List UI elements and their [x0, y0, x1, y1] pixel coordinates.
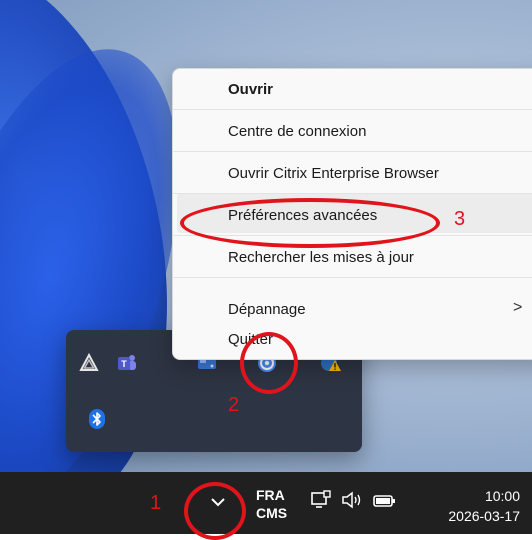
taskbar: FRA CMS 10:00 2026-03-17 [0, 472, 532, 534]
menu-item-troubleshooting[interactable]: Dépannage [228, 301, 306, 318]
svg-text:T: T [121, 359, 127, 369]
annotation-step-2: 2 [228, 394, 240, 416]
menu-item-check-updates[interactable]: Rechercher les mises à jour [228, 249, 414, 266]
submenu-arrow-icon: > [513, 299, 523, 316]
annotation-ring-1 [184, 482, 246, 540]
menu-separator [173, 277, 532, 278]
battery-icon[interactable] [372, 490, 398, 515]
date-text: 2026-03-17 [448, 508, 520, 524]
annotation-step-3: 3 [454, 208, 466, 230]
menu-item-open-enterprise-browser[interactable]: Ouvrir Citrix Enterprise Browser [228, 165, 439, 182]
network-icon[interactable] [310, 490, 332, 515]
language-indicator[interactable]: FRA CMS [256, 486, 287, 522]
annotation-step-1: 1 [150, 492, 162, 514]
menu-item-connection-center[interactable]: Centre de connexion [228, 123, 366, 140]
teams-icon[interactable]: T [116, 352, 138, 374]
menu-separator [173, 193, 532, 194]
vpn-triangle-icon[interactable] [78, 352, 100, 374]
bluetooth-icon[interactable] [86, 408, 108, 430]
annotation-ring-2 [240, 332, 298, 394]
volume-icon[interactable] [340, 490, 364, 515]
language-bottom: CMS [256, 505, 288, 521]
language-top: FRA [256, 487, 285, 503]
menu-separator [173, 151, 532, 152]
time-text: 10:00 [484, 488, 520, 504]
clock[interactable]: 10:00 2026-03-17 [420, 486, 520, 526]
annotation-ring-3 [180, 198, 440, 248]
menu-item-open[interactable]: Ouvrir [228, 81, 273, 98]
menu-separator [173, 109, 532, 110]
